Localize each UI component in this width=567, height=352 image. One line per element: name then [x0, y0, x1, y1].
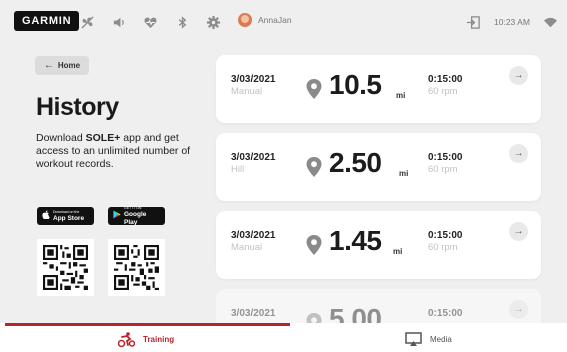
workout-distance: 1.45 — [329, 225, 382, 256]
app-promo-text: Download SOLE+ app and get access to an … — [36, 132, 196, 171]
cycling-icon — [118, 332, 135, 347]
qr-pattern-2 — [114, 245, 159, 290]
workout-rpm: 60 rpm — [428, 242, 458, 253]
heart-rate-icon[interactable] — [141, 13, 159, 31]
google-play-qr-code — [108, 239, 165, 296]
qr-pattern-1 — [43, 245, 88, 290]
avatar — [238, 13, 252, 27]
tab-media-label: Media — [430, 334, 452, 344]
garmin-logo: GARMIN — [14, 11, 80, 31]
apple-icon — [42, 210, 50, 222]
bottom-nav: Training Media — [0, 323, 567, 352]
media-cast-icon — [405, 332, 422, 346]
settings-icon[interactable] — [204, 13, 222, 31]
arrow-right-icon: → — [513, 304, 524, 315]
workout-mode: Hill — [231, 164, 245, 175]
app-store-badge[interactable]: Download on the App Store — [37, 207, 94, 225]
open-workout-button[interactable]: → — [509, 66, 528, 85]
workout-date: 3/03/2021 — [231, 74, 276, 85]
workout-card[interactable]: 3/03/2021 Manual 10.5 mi 0:15:00 60 rpm … — [216, 55, 541, 123]
workout-card[interactable]: 3/03/2021 Manual 1.45 mi 0:15:00 60 rpm … — [216, 211, 541, 279]
tab-training-label: Training — [143, 335, 175, 344]
workout-distance: 2.50 — [329, 147, 382, 178]
sole-app-name: SOLE+ — [85, 132, 121, 144]
active-tab-indicator — [5, 323, 290, 326]
location-pin-icon — [306, 79, 322, 99]
app-store-label: App Store — [53, 215, 85, 222]
workout-card[interactable]: 3/03/2021 Hill 2.50 mi 0:15:00 60 rpm → — [216, 133, 541, 201]
workout-mode: Manual — [231, 242, 263, 253]
arrow-right-icon: → — [513, 226, 524, 237]
location-pin-icon — [306, 235, 322, 255]
workout-duration: 0:15:00 — [428, 308, 463, 319]
user-profile[interactable]: AnnaJan — [238, 13, 292, 27]
open-workout-button[interactable]: → — [509, 144, 528, 163]
exit-icon[interactable] — [464, 13, 482, 31]
workout-rpm: 60 rpm — [428, 164, 458, 175]
page-title: History — [36, 93, 119, 121]
fan-off-icon[interactable] — [78, 13, 96, 31]
user-name: AnnaJan — [258, 15, 292, 25]
open-workout-button[interactable]: → — [509, 222, 528, 241]
home-button-label: Home — [57, 61, 81, 70]
google-play-badge[interactable]: GET IT ON Google Play — [108, 206, 165, 226]
bluetooth-icon[interactable] — [173, 13, 191, 31]
home-button[interactable]: ← Home — [35, 56, 89, 75]
workout-mode: Manual — [231, 86, 263, 97]
promo-text-start: Download — [36, 132, 86, 144]
workout-rpm: 60 rpm — [428, 86, 458, 97]
clock: 10:23 AM — [494, 17, 530, 27]
arrow-left-icon: ← — [43, 60, 54, 71]
google-play-label: Google Play — [124, 211, 147, 226]
volume-icon[interactable] — [110, 13, 128, 31]
workout-date: 3/03/2021 — [231, 230, 276, 241]
google-play-icon — [113, 210, 121, 222]
wifi-icon[interactable] — [541, 13, 559, 31]
arrow-right-icon: → — [513, 70, 524, 81]
location-pin-icon — [306, 157, 322, 177]
workout-date: 3/03/2021 — [231, 152, 276, 163]
tab-media[interactable]: Media — [405, 332, 452, 346]
status-bar: GARMIN AnnaJan 10:23 AM — [0, 0, 567, 44]
arrow-right-icon: → — [513, 148, 524, 159]
workout-date: 3/03/2021 — [231, 308, 276, 319]
workout-distance: 10.5 — [329, 69, 382, 100]
open-workout-button[interactable]: → — [509, 300, 528, 319]
app-store-qr-code — [37, 239, 94, 296]
workout-duration: 0:15:00 — [428, 152, 463, 163]
distance-unit: mi — [396, 91, 406, 100]
tab-training[interactable]: Training — [118, 332, 174, 347]
distance-unit: mi — [393, 247, 403, 256]
workout-duration: 0:15:00 — [428, 74, 463, 85]
distance-unit: mi — [399, 169, 409, 178]
workout-duration: 0:15:00 — [428, 230, 463, 241]
